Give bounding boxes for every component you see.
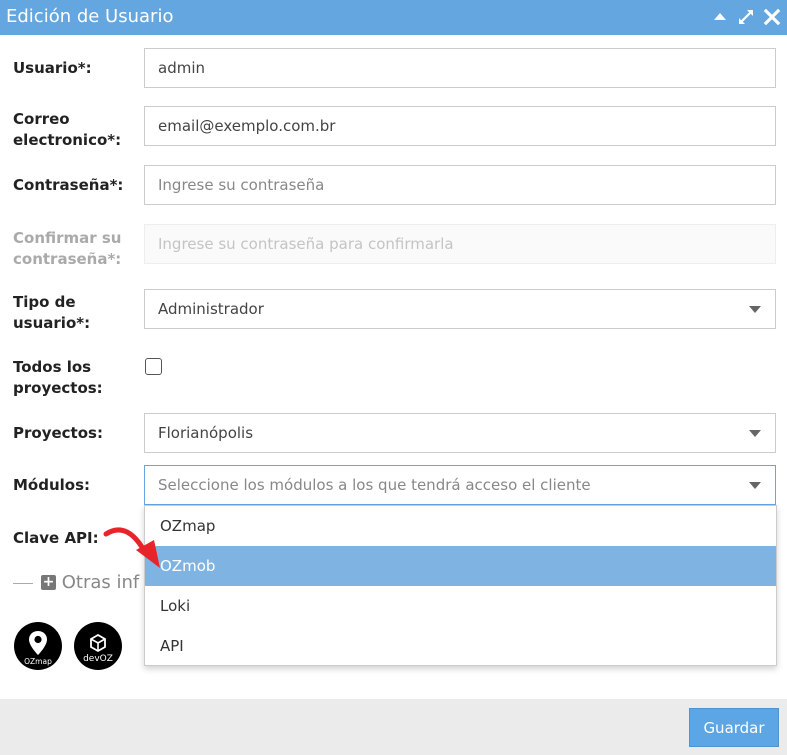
proyectos-label: Proyectos:	[13, 424, 103, 442]
usuario-label: Usuario*:	[13, 59, 92, 77]
todos-label-line1: Todos los	[13, 358, 92, 376]
correo-label: Correo electronico*:	[13, 109, 121, 151]
dialog-title: Edición de Usuario	[6, 6, 174, 27]
devoz-logo: devOZ	[74, 622, 122, 670]
chevron-down-icon	[749, 306, 761, 313]
tipo-label-line2: usuario*:	[13, 314, 91, 332]
dialog-titlebar: Edición de Usuario	[0, 0, 787, 35]
proyectos-value: Florianópolis	[158, 424, 254, 442]
correo-label-line2: electronico*:	[13, 131, 122, 149]
plus-icon: +	[41, 574, 56, 590]
window-controls	[711, 8, 781, 26]
expand-icon[interactable]	[737, 8, 755, 26]
confirmar-label-line2: contraseña*:	[13, 250, 122, 268]
dropdown-option-highlighted[interactable]: OZmob	[145, 546, 776, 586]
modulos-dropdown: OZmap OZmob Loki API	[144, 505, 777, 666]
dropdown-option[interactable]: Loki	[145, 586, 776, 626]
ozmap-logo-text: OZmap	[24, 657, 52, 666]
clave-api-label: Clave API:	[13, 529, 99, 547]
todos-label: Todos los proyectos:	[13, 357, 103, 399]
email-input[interactable]: email@exemplo.com.br	[144, 106, 776, 146]
correo-label-line1: Correo	[13, 110, 70, 128]
tipo-label-line1: Tipo de	[13, 293, 76, 311]
close-icon[interactable]	[763, 8, 781, 26]
devoz-logo-text: devOZ	[83, 654, 113, 664]
dropdown-option[interactable]: OZmap	[145, 506, 776, 546]
dropdown-option[interactable]: API	[145, 626, 776, 666]
modulos-placeholder: Seleccione los módulos a los que tendrá …	[158, 476, 591, 494]
dialog-footer: Guardar	[0, 699, 787, 755]
ozmap-logo: OZmap	[14, 622, 62, 670]
annotation-arrow-icon	[103, 527, 160, 568]
usuario-input[interactable]: admin	[144, 48, 776, 88]
modulos-label: Módulos:	[13, 476, 91, 494]
confirm-password-input: Ingrese su contraseña para confirmarla	[144, 224, 776, 264]
todos-proyectos-checkbox[interactable]	[145, 358, 162, 375]
tipo-usuario-select[interactable]: Administrador	[144, 289, 776, 329]
chevron-down-icon	[749, 430, 761, 437]
proyectos-select[interactable]: Florianópolis	[144, 413, 776, 453]
modulos-select[interactable]: Seleccione los módulos a los que tendrá …	[144, 465, 776, 505]
divider	[13, 582, 33, 584]
password-input[interactable]: Ingrese su contraseña	[144, 165, 776, 205]
contrasena-label: Contraseña*:	[13, 176, 124, 194]
tipo-usuario-value: Administrador	[158, 300, 264, 318]
confirmar-label: Confirmar su contraseña*:	[13, 228, 122, 270]
tipo-label: Tipo de usuario*:	[13, 292, 90, 334]
collapse-icon[interactable]	[711, 8, 729, 26]
confirmar-label-line1: Confirmar su	[13, 229, 122, 247]
save-button[interactable]: Guardar	[689, 708, 779, 747]
chevron-down-icon	[749, 482, 761, 489]
todos-label-line2: proyectos:	[13, 379, 103, 397]
